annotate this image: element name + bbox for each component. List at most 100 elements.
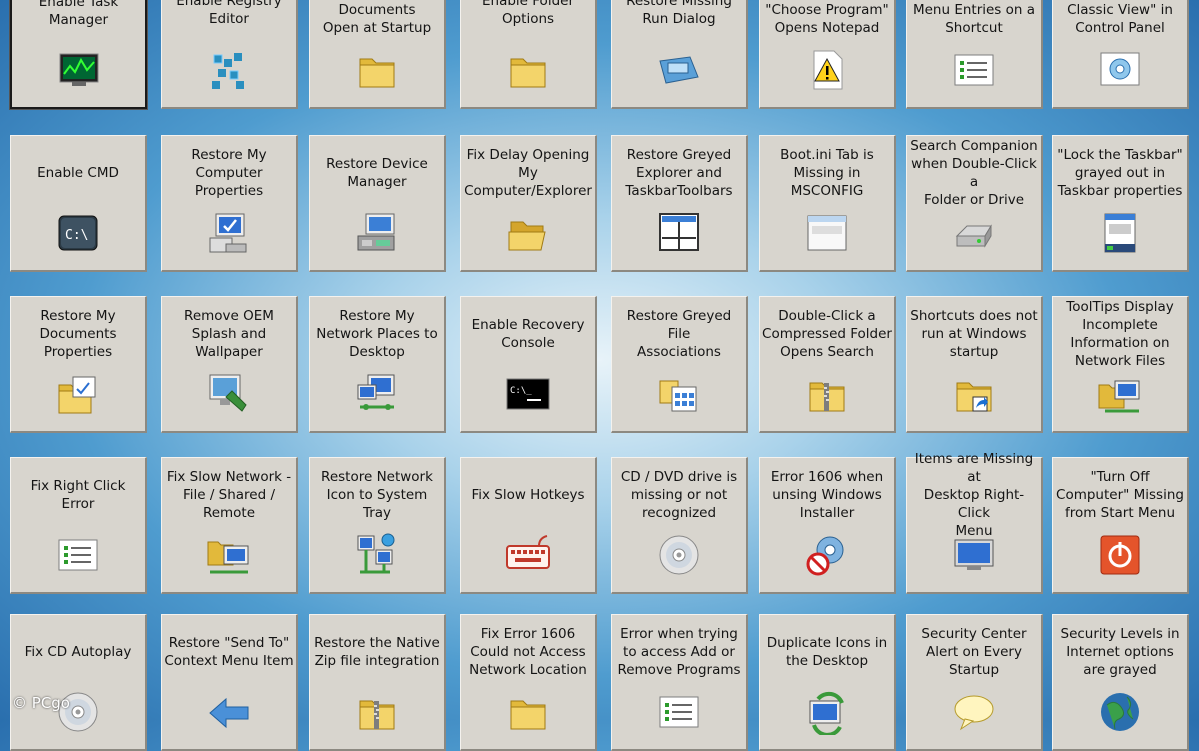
warning-icon [813,50,843,90]
folder-icon [359,58,395,88]
tweak-label-text: Fix Error 1606 Could not Access Network … [469,626,587,678]
tweak-label-text: "Turn Off Computer" Missing from Start M… [1056,469,1184,521]
tweak-label: "Turn Off Computer" Missing from Start M… [1054,458,1187,532]
tweak-tile[interactable]: Enable Folder Options [460,0,597,109]
tweak-label-text: Restore Missing Run Dialog [626,0,732,27]
tweak-label-text: Items are Missing at Desktop Right-Click… [914,451,1034,539]
tweak-tile[interactable]: Restore Greyed File Associations [611,296,748,433]
alert-balloon-icon [954,695,994,731]
tweak-tile[interactable]: Fix Error 1606 Could not Access Network … [460,614,597,751]
tweak-label: Restore My Documents Properties [12,297,145,371]
tweak-label: Restore My Computer Properties [163,136,296,210]
tweak-tile[interactable]: Duplicate Icons in the Desktop [759,614,896,751]
tweak-label-text: Restore "Send To" Context Menu Item [164,635,294,669]
tweak-label-text: Restore My Network Places to Desktop [316,308,438,360]
tweak-label-text: CD / DVD drive is missing or not recogni… [620,469,738,521]
tweak-label-text: "No "Switch to Classic View" in Control … [1067,2,1173,36]
tweak-tile[interactable]: Restore My Computer Properties [161,135,298,272]
tweak-tile[interactable]: Double-Click a Compressed Folder Opens S… [759,296,896,433]
tweak-tile[interactable]: Restore the Native Zip file integration [309,614,446,751]
documents-properties-icon [58,376,96,414]
tweak-tile[interactable]: Search Companion when Double-Click a Fol… [906,135,1043,272]
device-manager-icon [357,213,395,251]
tweak-label-text: Fix Delay Opening My Computer/Explorer [464,147,592,199]
network-share-icon [207,541,249,574]
tweak-label: Enable Folder Options [462,0,595,47]
registry-editor-icon [212,53,244,89]
tweak-label-text: Security Center Alert on Every Startup [921,626,1027,678]
tweak-tile[interactable]: Restore My Network Places to Desktop [309,296,446,433]
network-tray-icon [357,533,395,574]
computer-properties-icon [209,213,247,253]
tweak-label-text: ToolTips Display Incomplete Information … [1066,299,1174,369]
tweak-tile[interactable]: Enable Registry Editor [161,0,298,109]
tweak-tile[interactable]: "Turn Off Computer" Missing from Start M… [1052,457,1189,594]
list-icon [954,54,994,86]
tweak-tile[interactable]: Security Center Alert on Every Startup [906,614,1043,751]
tweak-label: Duplicate Context Menu Entries on a Shor… [908,0,1041,47]
tweak-label-text: Restore Device Manager [326,156,428,190]
tweak-tile[interactable]: Remove OEM Splash and Wallpaper [161,296,298,433]
tweak-label-text: Fix Right Click Error [30,478,126,512]
tweak-tile[interactable]: Items are Missing at Desktop Right-Click… [906,451,1043,594]
tweak-tile[interactable]: Security Levels in Internet options are … [1052,614,1189,751]
tweak-tile[interactable]: Restore Network Icon to System Tray [309,457,446,594]
tweak-label: Enable CMD [12,136,145,210]
tweak-tile[interactable]: Fix Slow Hotkeys [460,457,597,594]
tweak-label: Enable Task Manager [12,0,145,48]
tweak-tile[interactable]: Restore Device Manager [309,135,446,272]
tweak-tile[interactable]: Restore "Send To" Context Menu Item [161,614,298,751]
tweak-label-text: Search Companion when Double-Click a Fol… [910,138,1038,208]
tweak-tile[interactable]: "No "Switch to Classic View" in Control … [1052,0,1189,109]
tweak-tile[interactable]: ToolTips Display Incomplete Information … [1052,296,1189,433]
tweak-label-text: Restore Greyed Explorer and TaskbarToolb… [625,147,733,199]
tweak-label-text: Double-Click a Compressed Folder Opens S… [762,308,892,360]
tweak-tile[interactable]: Error when trying to access Add or Remov… [611,614,748,751]
watermark: © PCgo [12,694,70,712]
tweak-tile[interactable]: Duplicate Context Menu Entries on a Shor… [906,0,1043,109]
tweak-label-text: Duplicate Context Menu Entries on a Shor… [912,2,1036,36]
svg-text:C:\: C:\ [65,228,88,243]
tweak-label: Restore Missing Run Dialog [613,0,746,47]
tweak-tile[interactable]: Enable CMD C:\ [10,135,147,272]
tweak-tile[interactable]: "Open With" or "Choose Program" Opens No… [759,0,896,109]
tweak-label-text: Error when trying to access Add or Remov… [617,626,741,678]
tweak-label: Stop My Documents Open at Startup [311,0,444,47]
tweak-tile[interactable]: Stop My Documents Open at Startup [309,0,446,109]
tweak-tile[interactable]: Restore Missing Run Dialog [611,0,748,109]
tweak-label-text: "Lock the Taskbar" grayed out in Taskbar… [1057,147,1183,199]
tweak-tile[interactable]: Restore Greyed Explorer and TaskbarToolb… [611,135,748,272]
tweak-label: Restore "Send To" Context Menu Item [163,615,296,689]
keyboard-icon [506,535,550,569]
tweak-label: Boot.ini Tab is Missing in MSCONFIG [761,136,894,210]
tweak-tile[interactable]: "Lock the Taskbar" grayed out in Taskbar… [1052,135,1189,272]
zip-folder-icon [809,382,845,412]
open-folder-icon [508,221,546,251]
tweak-tile[interactable]: Error 1606 when unsing Windows Installer [759,457,896,594]
tweak-label-text: Shortcuts does not run at Windows startu… [910,308,1038,360]
tweak-tile[interactable]: Shortcuts does not run at Windows startu… [906,296,1043,433]
tweak-label: Fix Slow Network - File / Shared / Remot… [163,458,296,532]
tweak-label-text: Enable CMD [37,165,119,181]
list-icon [659,696,699,728]
tweak-label: "Open With" or "Choose Program" Opens No… [761,0,894,47]
tweak-label-text: Fix CD Autoplay [24,644,132,660]
tweak-label-text: Restore My Documents Properties [39,308,117,360]
tweak-tile[interactable]: Fix CD Autoplay [10,614,147,751]
tweak-label: Error when trying to access Add or Remov… [613,615,746,689]
window-icon [807,215,847,251]
tweak-label: ToolTips Display Incomplete Information … [1054,297,1187,371]
tweak-tile[interactable]: Restore My Documents Properties [10,296,147,433]
tweak-tile[interactable]: Boot.ini Tab is Missing in MSCONFIG [759,135,896,272]
console-icon: C:\_ [506,378,550,410]
tweak-tile[interactable]: Fix Delay Opening My Computer/Explorer [460,135,597,272]
tweak-tile[interactable]: Fix Slow Network - File / Shared / Remot… [161,457,298,594]
globe-icon [1101,693,1139,731]
tweak-tile[interactable]: Enable Task Manager [9,0,148,110]
tweak-tile[interactable]: Fix Right Click Error [10,457,147,594]
window-layout-icon [659,213,699,251]
tweak-tile[interactable]: CD / DVD drive is missing or not recogni… [611,457,748,594]
tweak-tile[interactable]: Enable Recovery Console C:\_ [460,296,597,433]
task-manager-icon [59,53,98,86]
monitor-icon [954,539,994,570]
